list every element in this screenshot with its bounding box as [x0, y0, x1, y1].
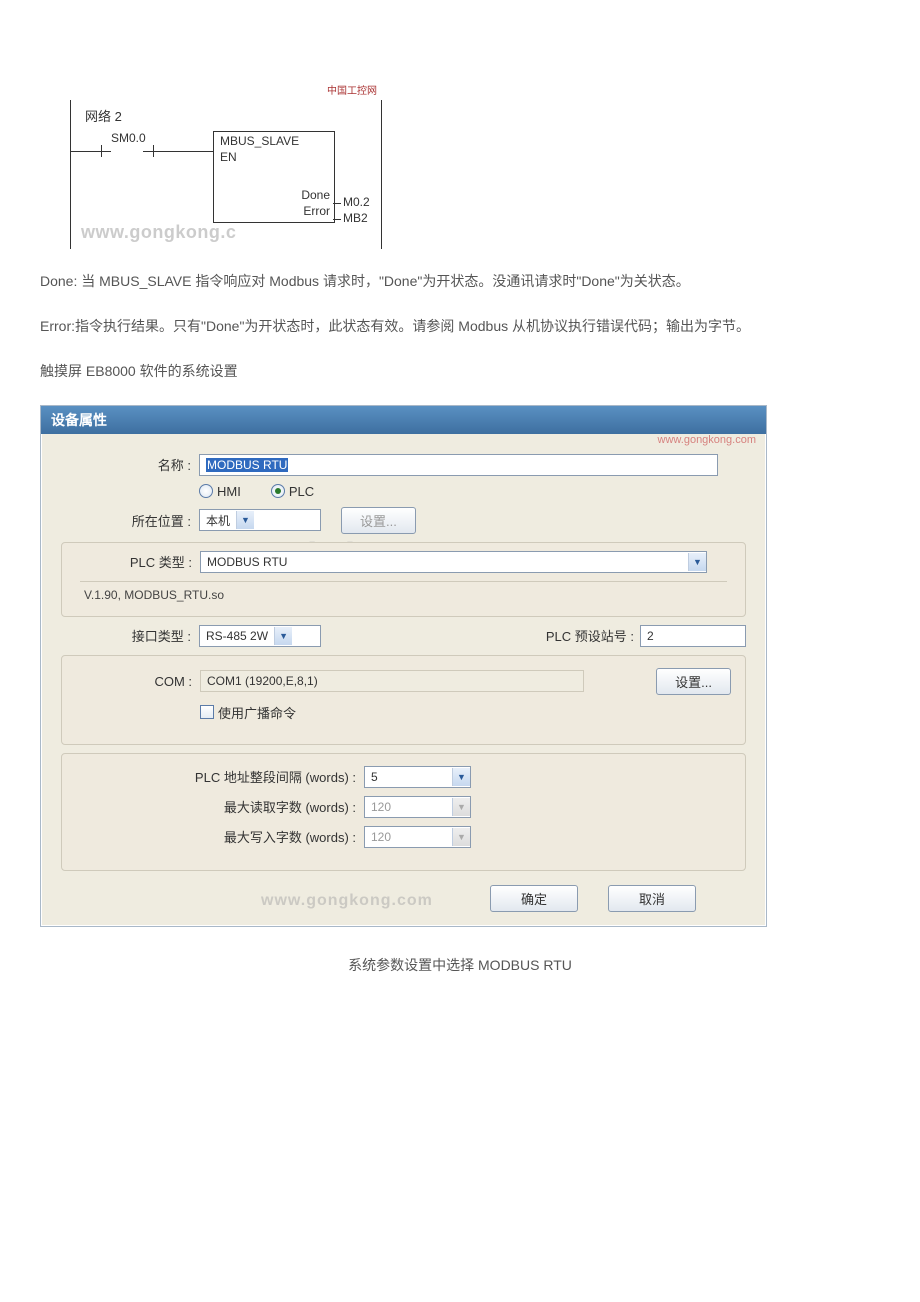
watermark-top: 中国工控网	[327, 82, 377, 97]
watermark-main: www.gongkong.c	[81, 222, 236, 243]
dialog-title: 设备属性	[41, 406, 766, 434]
network-label: 网络 2	[71, 100, 381, 127]
plctype-select[interactable]: MODBUS RTU▼	[200, 551, 707, 573]
max-write-label: 最大写入字数 (words) :	[76, 827, 364, 846]
addr-gap-select[interactable]: 5▼	[364, 766, 471, 788]
device-properties-dialog: 设备属性 www.gongkong.com www.bdocx.com www.…	[40, 405, 767, 927]
station-input[interactable]: 2	[640, 625, 746, 647]
done-var: M0.2	[343, 195, 370, 209]
cancel-button[interactable]: 取消	[608, 885, 696, 912]
plctype-version: V.1.90, MODBUS_RTU.so	[80, 581, 727, 602]
block-en-pin: EN	[214, 150, 334, 164]
name-label: 名称 :	[61, 455, 199, 474]
iftype-label: 接口类型 :	[61, 626, 199, 645]
paragraph-eb8000: 触摸屏 EB8000 软件的系统设置	[40, 359, 880, 384]
paragraph-done: Done: 当 MBUS_SLAVE 指令响应对 Modbus 请求时，"Don…	[40, 269, 880, 294]
block-title: MBUS_SLAVE	[214, 132, 334, 150]
error-var: MB2	[343, 211, 368, 225]
com-display: COM1 (19200,E,8,1)	[200, 670, 584, 692]
location-label: 所在位置 :	[61, 511, 199, 530]
figure-caption: 系统参数设置中选择 MODBUS RTU	[40, 955, 880, 975]
chevron-down-icon: ▼	[452, 828, 470, 846]
block-done-pin: Done	[301, 188, 330, 202]
paragraph-error: Error:指令执行结果。只有"Done"为开状态时，此状态有效。请参阅 Mod…	[40, 314, 880, 339]
chevron-down-icon: ▼	[452, 798, 470, 816]
broadcast-checkbox[interactable]: 使用广播命令	[200, 703, 296, 722]
block-error-pin: Error	[303, 204, 330, 218]
ok-button[interactable]: 确定	[490, 885, 578, 912]
name-input[interactable]: MODBUS RTU	[199, 454, 718, 476]
iftype-select[interactable]: RS-485 2W▼	[199, 625, 321, 647]
chevron-down-icon: ▼	[688, 553, 706, 571]
location-select[interactable]: 本机▼	[199, 509, 321, 531]
chevron-down-icon: ▼	[236, 511, 254, 529]
chevron-down-icon: ▼	[452, 768, 470, 786]
station-label: PLC 预设站号 :	[546, 626, 640, 645]
com-settings-button[interactable]: 设置...	[656, 668, 731, 695]
chevron-down-icon: ▼	[274, 627, 292, 645]
radio-plc[interactable]: PLC	[271, 484, 314, 499]
ladder-diagram: 中国工控网 网络 2 SM0.0 MBUS_SLAVE EN Done Erro…	[70, 100, 382, 249]
max-read-select: 120▼	[364, 796, 471, 818]
location-settings-button[interactable]: 设置...	[341, 507, 416, 534]
max-write-select: 120▼	[364, 826, 471, 848]
com-label: COM :	[76, 674, 200, 689]
addr-gap-label: PLC 地址整段间隔 (words) :	[76, 767, 364, 786]
max-read-label: 最大读取字数 (words) :	[76, 797, 364, 816]
dialog-watermark-top: www.gongkong.com	[658, 434, 756, 446]
contact-label: SM0.0	[111, 131, 146, 145]
radio-hmi[interactable]: HMI	[199, 484, 241, 499]
plctype-label: PLC 类型 :	[76, 552, 200, 571]
